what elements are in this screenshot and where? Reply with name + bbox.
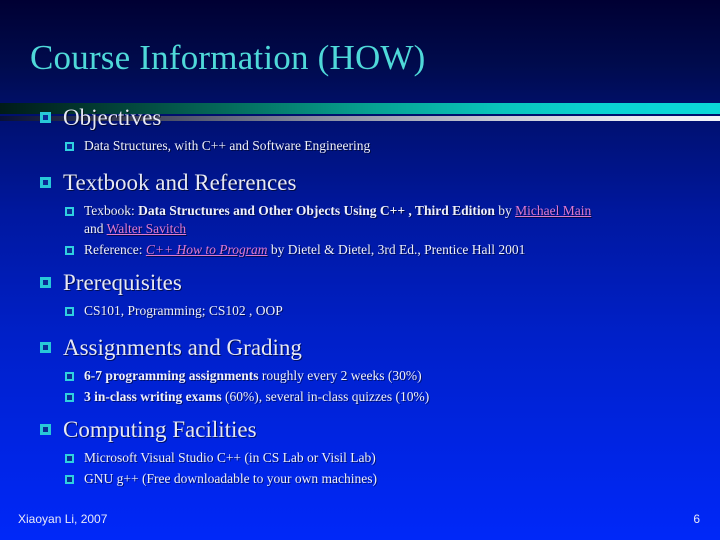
square-bullet-icon (65, 207, 74, 216)
bullet-item: CS101, Programming; CS102 , OOP (40, 302, 720, 320)
reference-prefix: Reference: (84, 242, 146, 257)
bullet-item-label: 3 in-class writing exams (60%), several … (74, 388, 429, 406)
square-bullet-icon (65, 307, 74, 316)
section-heading-label: Assignments and Grading (63, 335, 302, 360)
slide-page-number: 6 (693, 512, 700, 526)
textbook-title: Data Structures and Other Objects Using … (138, 203, 495, 218)
assignments-detail: roughly every 2 weeks (30%) (258, 368, 422, 383)
square-bullet-icon (65, 454, 74, 463)
bullet-item-exams: 3 in-class writing exams (60%), several … (40, 388, 720, 406)
slide-title: Course Information (HOW) (30, 38, 426, 77)
bullet-item: Microsoft Visual Studio C++ (in CS Lab o… (40, 449, 720, 467)
textbook-prefix: Texbook: (84, 203, 139, 218)
square-bullet-icon (65, 475, 74, 484)
bullet-item-label: Texbook: Data Structures and Other Objec… (74, 202, 591, 220)
square-bullet-icon (40, 342, 51, 353)
square-bullet-icon (65, 393, 74, 402)
square-bullet-icon (65, 246, 74, 255)
link-cpp-how-to-program[interactable]: C++ How to Program (146, 242, 268, 257)
assignments-emphasis: 6-7 programming assignments (84, 368, 259, 383)
section-heading-label: Objectives (63, 105, 162, 130)
section-heading-label: Textbook and References (63, 170, 297, 195)
bullet-item-label: Reference: C++ How to Program by Dietel … (74, 241, 525, 259)
square-bullet-icon (40, 112, 51, 123)
bullet-item-label: 6-7 programming assignments roughly ever… (74, 367, 422, 385)
footer-credit: Xiaoyan Li, 2007 (18, 512, 108, 526)
bullet-item-label: GNU g++ (Free downloadable to your own m… (84, 471, 378, 486)
bullet-item-label: CS101, Programming; CS102 , OOP (84, 303, 283, 318)
exams-detail: (60%), several in-class quizzes (10%) (221, 389, 430, 404)
bullet-item-assignments: 6-7 programming assignments roughly ever… (40, 367, 720, 385)
bullet-item-label: Microsoft Visual Studio C++ (in CS Lab o… (84, 450, 376, 465)
section-heading-label: Prerequisites (63, 270, 182, 295)
bullet-item-reference: Reference: C++ How to Program by Dietel … (40, 241, 720, 259)
link-walter-savitch[interactable]: Walter Savitch (107, 221, 187, 236)
square-bullet-icon (65, 142, 74, 151)
section-heading-textbook: Textbook and References (40, 169, 720, 196)
textbook-by: by (494, 203, 516, 218)
section-heading-assignments: Assignments and Grading (40, 334, 720, 361)
exams-emphasis: 3 in-class writing exams (84, 389, 222, 404)
square-bullet-icon (40, 424, 51, 435)
bullet-item-label: Data Structures, with C++ and Software E… (84, 138, 371, 153)
slide-body: Objectives Data Structures, with C++ and… (40, 104, 720, 488)
section-heading-label: Computing Facilities (63, 417, 257, 442)
section-heading-computing-facilities: Computing Facilities (40, 416, 720, 443)
square-bullet-icon (40, 277, 51, 288)
slide-canvas: Course Information (HOW) Objectives Data… (0, 0, 720, 540)
textbook-and: and (84, 221, 107, 236)
square-bullet-icon (65, 372, 74, 381)
square-bullet-icon (40, 177, 51, 188)
section-heading-objectives: Objectives (40, 104, 720, 131)
section-heading-prerequisites: Prerequisites (40, 269, 720, 296)
bullet-item: GNU g++ (Free downloadable to your own m… (40, 470, 720, 488)
bullet-item: Data Structures, with C++ and Software E… (40, 137, 720, 155)
bullet-item-textbook: Texbook: Data Structures and Other Objec… (40, 202, 720, 220)
bullet-item-textbook-continuation: and Walter Savitch (40, 220, 720, 238)
link-michael-main[interactable]: Michael Main (515, 203, 591, 218)
reference-suffix: by Dietel & Dietel, 3rd Ed., Prentice Ha… (267, 242, 526, 257)
